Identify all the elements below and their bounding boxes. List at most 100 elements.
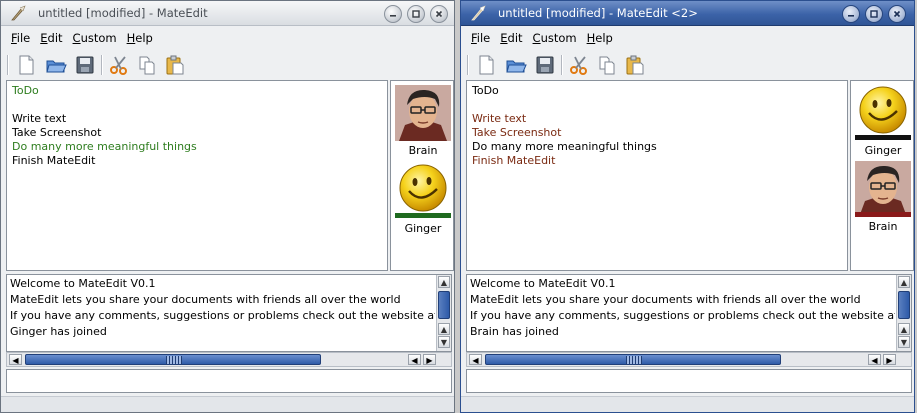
- menu-help[interactable]: Help: [122, 29, 158, 47]
- maximize-button[interactable]: [865, 5, 883, 23]
- man-with-glasses-avatar: [855, 161, 911, 217]
- smiley-face-avatar: [855, 85, 911, 141]
- user-name: Ginger: [404, 222, 442, 235]
- save-icon[interactable]: [533, 53, 557, 77]
- document-line: Do many more meaningful things: [472, 140, 657, 153]
- document-line: Do many more meaningful things: [12, 140, 197, 153]
- scroll-up-arrow-icon[interactable]: ▲: [898, 323, 910, 335]
- menu-file[interactable]: File: [6, 29, 35, 47]
- smiley-face-avatar: [395, 163, 451, 219]
- document-line: Take Screenshot: [12, 126, 102, 139]
- toolbar-separator: [467, 55, 469, 75]
- scrollbar-thumb[interactable]: [898, 291, 910, 319]
- scroll-left-arrow-icon[interactable]: ◀: [9, 354, 22, 365]
- user-name: Ginger: [864, 144, 902, 157]
- menu-file[interactable]: File: [466, 29, 495, 47]
- chat-message: Welcome to MateEdit V0.1: [470, 277, 616, 290]
- document-line: Finish MateEdit: [12, 154, 96, 167]
- status-bar: [461, 396, 914, 412]
- minimize-button[interactable]: [842, 5, 860, 23]
- title-bar[interactable]: untitled [modified] - MateEdit: [1, 1, 454, 26]
- chat-message: MateEdit lets you share your documents w…: [470, 293, 861, 306]
- horizontal-scrollbar[interactable]: ◀ ◀ ▶: [6, 352, 452, 367]
- minimize-button[interactable]: [384, 5, 402, 23]
- scroll-up-arrow-icon[interactable]: ▲: [898, 276, 910, 288]
- chat-message: Ginger has joined: [10, 325, 107, 338]
- scroll-up-arrow-icon[interactable]: ▲: [438, 276, 450, 288]
- paste-icon[interactable]: [163, 53, 187, 77]
- chat-message: Brain has joined: [470, 325, 559, 338]
- chat-message: If you have any comments, suggestions or…: [10, 309, 435, 322]
- scroll-left-arrow-icon[interactable]: ◀: [408, 354, 421, 365]
- toolbar-separator: [7, 55, 9, 75]
- user-entry[interactable]: Ginger: [391, 163, 454, 235]
- toolbar-separator: [101, 55, 103, 75]
- close-button[interactable]: [888, 5, 906, 23]
- open-folder-icon[interactable]: [504, 53, 528, 77]
- status-bar: [1, 396, 454, 412]
- toolbar: [461, 51, 914, 79]
- scroll-up-arrow-icon[interactable]: ▲: [438, 323, 450, 335]
- document-editor[interactable]: ToDo Write text Take Screenshot Do many …: [6, 80, 388, 271]
- chat-input[interactable]: [6, 369, 452, 393]
- document-line: Finish MateEdit: [472, 154, 556, 167]
- user-entry[interactable]: Brain: [391, 85, 454, 157]
- toolbar-separator: [561, 55, 563, 75]
- new-document-icon[interactable]: [474, 53, 498, 77]
- document-editor[interactable]: ToDo Write text Take Screenshot Do many …: [466, 80, 848, 271]
- scroll-right-arrow-icon[interactable]: ▶: [423, 354, 436, 365]
- chat-log[interactable]: Welcome to MateEdit V0.1 MateEdit lets y…: [6, 274, 452, 352]
- chat-message: MateEdit lets you share your documents w…: [10, 293, 401, 306]
- window-title: untitled [modified] - MateEdit: [38, 6, 208, 20]
- paste-icon[interactable]: [623, 53, 647, 77]
- scroll-left-arrow-icon[interactable]: ◀: [868, 354, 881, 365]
- user-list: Brain Ginger: [390, 80, 454, 271]
- menu-edit[interactable]: Edit: [35, 29, 67, 47]
- menu-help[interactable]: Help: [582, 29, 618, 47]
- chat-message: If you have any comments, suggestions or…: [470, 309, 895, 322]
- menu-custom[interactable]: Custom: [68, 29, 122, 47]
- menu-custom[interactable]: Custom: [528, 29, 582, 47]
- scrollbar-thumb[interactable]: [25, 354, 321, 365]
- maximize-button[interactable]: [407, 5, 425, 23]
- man-with-glasses-avatar: [395, 85, 451, 141]
- user-entry[interactable]: Ginger: [851, 85, 914, 157]
- scroll-right-arrow-icon[interactable]: ▶: [883, 354, 896, 365]
- open-folder-icon[interactable]: [44, 53, 68, 77]
- menu-edit[interactable]: Edit: [495, 29, 527, 47]
- scrollbar-thumb[interactable]: [485, 354, 781, 365]
- scroll-down-arrow-icon[interactable]: ▼: [438, 336, 450, 348]
- document-line: Write text: [472, 112, 527, 125]
- save-icon[interactable]: [73, 53, 97, 77]
- menu-bar: File Edit Custom Help: [1, 29, 454, 47]
- chat-log[interactable]: Welcome to MateEdit V0.1 MateEdit lets y…: [466, 274, 912, 352]
- document-line: ToDo: [472, 84, 499, 97]
- document-line: Take Screenshot: [472, 126, 562, 139]
- scrollbar-thumb[interactable]: [438, 291, 450, 319]
- cut-icon[interactable]: [107, 53, 131, 77]
- vertical-scrollbar[interactable]: ▲ ▲ ▼: [436, 275, 451, 351]
- user-name: Brain: [868, 220, 898, 233]
- user-name: Brain: [408, 144, 438, 157]
- new-document-icon[interactable]: [14, 53, 38, 77]
- chat-input[interactable]: [466, 369, 912, 393]
- window-title: untitled [modified] - MateEdit <2>: [498, 6, 698, 20]
- title-bar[interactable]: untitled [modified] - MateEdit <2>: [461, 1, 914, 26]
- mateedit-window-1: untitled [modified] - MateEdit File Edit…: [0, 0, 455, 413]
- mateedit-window-2: untitled [modified] - MateEdit <2> File …: [460, 0, 915, 413]
- scroll-down-arrow-icon[interactable]: ▼: [898, 336, 910, 348]
- feather-pen-icon: [9, 4, 27, 22]
- copy-icon[interactable]: [135, 53, 159, 77]
- scroll-left-arrow-icon[interactable]: ◀: [469, 354, 482, 365]
- chat-message: Welcome to MateEdit V0.1: [10, 277, 156, 290]
- horizontal-scrollbar[interactable]: ◀ ◀ ▶: [466, 352, 912, 367]
- user-entry[interactable]: Brain: [851, 161, 914, 233]
- document-line: ToDo: [12, 84, 39, 97]
- copy-icon[interactable]: [595, 53, 619, 77]
- cut-icon[interactable]: [567, 53, 591, 77]
- vertical-scrollbar[interactable]: ▲ ▲ ▼: [896, 275, 911, 351]
- menu-bar: File Edit Custom Help: [461, 29, 914, 47]
- close-button[interactable]: [430, 5, 448, 23]
